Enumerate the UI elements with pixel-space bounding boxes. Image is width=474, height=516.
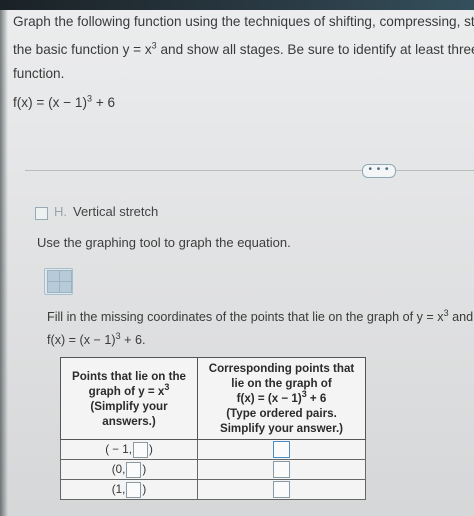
fill-instruction-line-1: Fill in the missing coordinates of the p… <box>47 307 474 324</box>
section-divider <box>25 170 474 171</box>
transformed-point-cell <box>197 479 366 500</box>
step-name: Vertical stretch <box>73 204 159 219</box>
transformed-point-cell <box>197 459 366 480</box>
y-answer-input[interactable] <box>132 441 148 458</box>
pair-answer-input[interactable] <box>273 461 290 478</box>
table-row: (0,) <box>60 459 366 480</box>
points-table: Points that lie on the graph of y = x3 (… <box>60 357 366 500</box>
step-checkbox[interactable] <box>35 207 48 220</box>
header-transformed-points: Corresponding points that lie on the gra… <box>197 357 366 440</box>
instruction-text: Use the graphing tool to graph the equat… <box>37 235 291 250</box>
base-point-cell: (1,) <box>60 479 198 500</box>
header-base-points: Points that lie on the graph of y = x3 (… <box>60 357 198 440</box>
table-row: ( − 1,) <box>60 439 366 460</box>
step-label: H. Vertical stretch <box>54 204 158 219</box>
fill-instruction-line-2: f(x) = (x − 1)3 + 6. <box>47 330 146 347</box>
transformed-point-cell <box>197 439 366 460</box>
function-expression: f(x) = (x − 1)3 + 6 <box>13 93 116 110</box>
table-header-row: Points that lie on the graph of y = x3 (… <box>60 357 366 440</box>
top-dark-band <box>0 0 474 10</box>
graphing-tool-button[interactable] <box>44 268 73 295</box>
base-point-cell: ( − 1,) <box>60 439 198 460</box>
base-point-cell: (0,) <box>60 459 198 480</box>
question-line-2: the basic function y = x3 and show all s… <box>13 40 474 57</box>
pair-answer-input[interactable] <box>273 441 290 458</box>
question-line-3: function. <box>13 66 65 81</box>
left-shadow <box>0 10 8 516</box>
step-letter: H. <box>54 204 67 219</box>
y-answer-input[interactable] <box>126 481 142 498</box>
screen: Graph the following function using the t… <box>0 0 474 516</box>
table-row: (1,) <box>60 479 366 500</box>
question-line-1: Graph the following function using the t… <box>13 14 474 29</box>
pair-answer-input[interactable] <box>273 481 290 498</box>
y-answer-input[interactable] <box>126 461 142 478</box>
more-button[interactable]: • • • <box>362 164 396 178</box>
